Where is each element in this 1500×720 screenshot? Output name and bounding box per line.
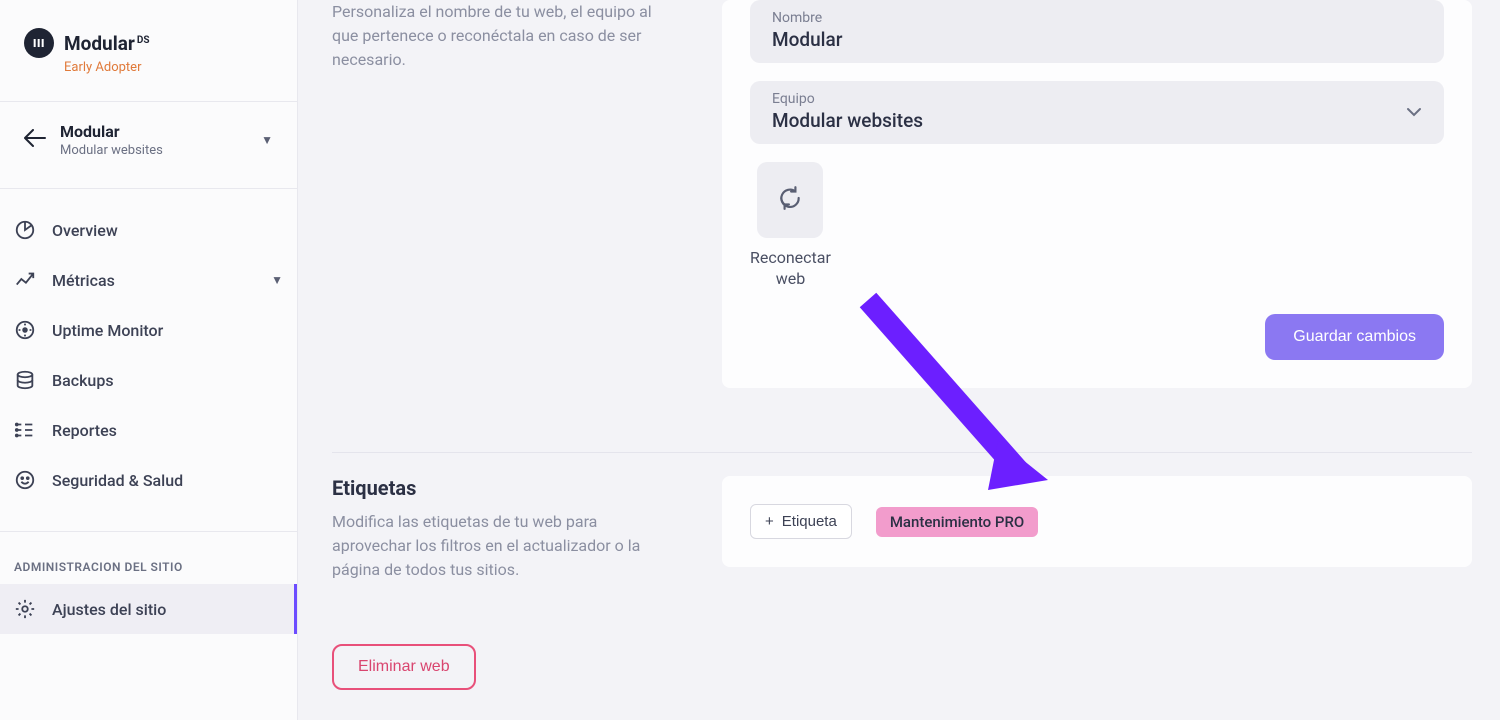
site-name: Modular (60, 122, 247, 141)
delete-web-button[interactable]: Eliminar web (332, 644, 476, 690)
field-label: Equipo (772, 91, 923, 107)
sidebar-item-reportes[interactable]: Reportes (0, 405, 297, 455)
tags-description: Modifica las etiquetas de tu web para ap… (332, 510, 672, 582)
sidebar: ModularDS Early Adopter Modular Modular … (0, 0, 298, 720)
chevron-down-icon: ▼ (271, 273, 283, 287)
reconnect-box: Reconectarweb (750, 162, 831, 290)
chevron-down-icon[interactable]: ▼ (261, 133, 273, 147)
nav-label: Overview (52, 221, 283, 240)
plus-icon: + (765, 513, 774, 530)
sidebar-item-uptime[interactable]: Uptime Monitor (0, 305, 297, 355)
back-arrow-icon[interactable] (24, 128, 46, 152)
refresh-icon (777, 185, 803, 215)
pie-icon (14, 219, 36, 241)
add-tag-button[interactable]: + Etiqueta (750, 504, 852, 539)
nav-label: Reportes (52, 421, 283, 440)
site-info: Modular Modular websites (60, 122, 247, 158)
nav-list: Overview Métricas ▼ Uptime Monitor Backu… (0, 189, 297, 521)
sidebar-item-backups[interactable]: Backups (0, 355, 297, 405)
divider (332, 452, 1472, 453)
reconnect-label: Reconectarweb (750, 248, 831, 290)
tags-section: Etiquetas Modifica las etiquetas de tu w… (332, 476, 672, 582)
tag-pill[interactable]: Mantenimiento PRO (876, 507, 1038, 537)
name-field[interactable]: Nombre Modular (750, 0, 1444, 63)
nav-label: Backups (52, 371, 283, 390)
chevron-down-icon (1406, 102, 1422, 121)
logo-text: ModularDS (64, 32, 150, 55)
nav-label: Uptime Monitor (52, 321, 283, 340)
logo-mark-icon (24, 28, 54, 58)
sidebar-item-seguridad[interactable]: Seguridad & Salud (0, 455, 297, 505)
sidebar-item-metricas[interactable]: Métricas ▼ (0, 255, 297, 305)
nav-label: Seguridad & Salud (52, 471, 283, 490)
metrics-icon (14, 269, 36, 291)
logo[interactable]: ModularDS (24, 28, 273, 58)
add-tag-label: Etiqueta (782, 513, 837, 530)
save-button[interactable]: Guardar cambios (1265, 314, 1444, 360)
reports-icon (14, 419, 36, 441)
nav-label: Ajustes del sitio (52, 600, 280, 619)
settings-card: Nombre Modular Equipo Modular websites R… (722, 0, 1472, 388)
nav-label: Métricas (52, 271, 255, 290)
uptime-icon (14, 319, 36, 341)
main-content: Personaliza el nombre de tu web, el equi… (298, 0, 1500, 720)
gear-icon (14, 598, 36, 620)
site-selector[interactable]: Modular Modular websites ▼ (0, 102, 297, 178)
site-team: Modular websites (60, 143, 247, 158)
field-value: Modular websites (772, 109, 923, 132)
team-field[interactable]: Equipo Modular websites (750, 81, 1444, 144)
tags-card: + Etiqueta Mantenimiento PRO (722, 476, 1472, 567)
intro-description: Personaliza el nombre de tu web, el equi… (332, 0, 672, 72)
logo-section: ModularDS Early Adopter (0, 0, 297, 91)
field-label: Nombre (772, 10, 1422, 26)
sidebar-item-ajustes[interactable]: Ajustes del sitio (0, 584, 297, 634)
reconnect-button[interactable] (757, 162, 823, 238)
tagline: Early Adopter (64, 60, 273, 75)
smile-icon (14, 469, 36, 491)
sidebar-item-overview[interactable]: Overview (0, 205, 297, 255)
field-value: Modular (772, 28, 1422, 51)
backups-icon (14, 369, 36, 391)
tags-title: Etiquetas (332, 476, 672, 500)
admin-section-header: ADMINISTRACION DEL SITIO (0, 532, 297, 584)
